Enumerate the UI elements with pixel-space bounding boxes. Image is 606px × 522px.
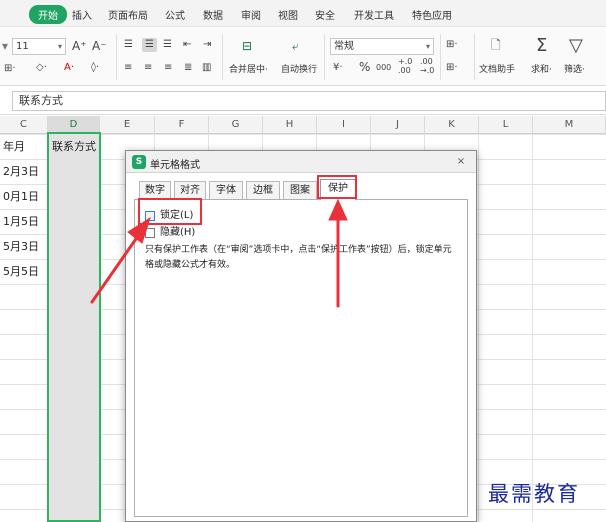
currency-icon[interactable]: ¥· — [333, 61, 343, 75]
column-header-h[interactable]: H — [263, 116, 317, 134]
protection-description: 只有保护工作表（在“审阅”选项卡中，点击“保护工作表”按钮）后，锁定单元格或隐藏… — [145, 245, 452, 270]
cell-c5[interactable]: 5月3日 — [3, 234, 39, 259]
formula-input[interactable]: 联系方式 — [12, 91, 606, 111]
cell-c2[interactable]: 2月3日 — [3, 159, 39, 184]
close-icon[interactable]: × — [452, 155, 470, 169]
justify-icon[interactable]: ≣ — [184, 61, 192, 75]
merge-center-button[interactable]: 合并居中· — [229, 62, 268, 75]
menu-data[interactable]: 数据 — [203, 7, 223, 22]
font-name-dropdown-arrow-icon[interactable]: ▾ — [2, 39, 8, 53]
align-left-icon[interactable]: ≡ — [124, 61, 132, 75]
column-header-j[interactable]: J — [371, 116, 425, 134]
chevron-down-icon: ▾ — [425, 42, 430, 51]
dialog-title-bar[interactable]: S 单元格格式 × — [126, 151, 476, 173]
protection-tab-highlight-box — [317, 175, 357, 199]
cell-c6[interactable]: 5月5日 — [3, 259, 39, 284]
distributed-align-icon[interactable]: ▥ — [202, 61, 211, 75]
align-bottom-icon[interactable]: ☰ — [163, 38, 172, 52]
grow-font-icon[interactable]: A⁺ — [72, 39, 87, 53]
menu-page-layout[interactable]: 页面布局 — [108, 7, 148, 22]
cell-c4[interactable]: 1月5日 — [3, 209, 39, 234]
protection-tab-panel: 锁定(L) 隐藏(H) 只有保护工作表（在“审阅”选项卡中，点击“保护工作表”按… — [134, 199, 468, 517]
font-size-select[interactable]: 11 ▾ — [12, 38, 66, 55]
font-color-icon[interactable]: A· — [64, 61, 74, 75]
column-header-e[interactable]: E — [100, 116, 155, 134]
menu-developer[interactable]: 开发工具 — [354, 7, 394, 22]
number-format-select[interactable]: 常规 ▾ — [330, 38, 434, 55]
decrease-indent-icon[interactable]: ⇤ — [183, 38, 191, 52]
wps-sheet-icon: S — [132, 155, 146, 169]
column-header-m[interactable]: M — [533, 116, 606, 134]
menu-bar: 开始 插入 页面布局 公式 数据 审阅 视图 安全 开发工具 特色应用 — [0, 0, 606, 27]
sum-icon[interactable]: Σ — [536, 36, 547, 56]
menu-insert[interactable]: 插入 — [72, 7, 92, 22]
dialog-title: 单元格格式 — [150, 160, 200, 171]
clear-format-icon[interactable]: ◊· — [91, 61, 99, 75]
merge-center-icon[interactable]: ⊟ — [242, 39, 252, 53]
increase-decimal-icon[interactable]: +.0 .00 — [398, 57, 412, 75]
tab-alignment[interactable]: 对齐 — [174, 181, 206, 199]
tab-font[interactable]: 字体 — [209, 181, 243, 199]
formula-bar: 联系方式 — [0, 87, 606, 115]
sum-button[interactable]: 求和· — [531, 62, 552, 75]
filter-button[interactable]: 筛选· — [564, 62, 585, 75]
lock-highlight-box — [138, 198, 202, 225]
conditional-format-icon[interactable]: ⊞· — [446, 38, 458, 52]
align-top-icon[interactable]: ☰ — [124, 38, 133, 52]
border-icon[interactable]: ⊞· — [4, 62, 16, 76]
selected-column-border — [47, 132, 101, 522]
doc-helper-icon[interactable]: 🗋 — [491, 38, 501, 52]
column-header-g[interactable]: G — [209, 116, 263, 134]
doc-helper-button[interactable]: 文档助手 — [479, 62, 515, 75]
wrap-text-button[interactable]: 自动换行 — [281, 62, 317, 75]
menu-formulas[interactable]: 公式 — [165, 7, 185, 22]
shrink-font-icon[interactable]: A⁻ — [92, 39, 107, 53]
tab-border[interactable]: 边框 — [246, 181, 280, 199]
column-header-f[interactable]: F — [155, 116, 209, 134]
hide-checkbox[interactable] — [145, 228, 155, 238]
watermark-text: 最需教育 — [488, 482, 580, 506]
align-center-icon[interactable]: ≡ — [144, 61, 152, 75]
column-header-k[interactable]: K — [425, 116, 479, 134]
percent-icon[interactable]: % — [359, 60, 370, 74]
menu-home[interactable]: 开始 — [29, 5, 67, 24]
tab-number[interactable]: 数字 — [139, 181, 171, 199]
menu-view[interactable]: 视图 — [278, 7, 298, 22]
column-header-l[interactable]: L — [479, 116, 533, 134]
fill-color-icon[interactable]: ◇· — [36, 61, 47, 75]
wrap-text-icon[interactable]: ⤶ — [292, 39, 299, 53]
hide-label: 隐藏(H) — [160, 227, 196, 238]
tab-pattern[interactable]: 图案 — [283, 181, 317, 199]
decrease-decimal-icon[interactable]: .00 →.0 — [420, 57, 434, 75]
cell-c1[interactable]: 年月 — [3, 134, 25, 159]
align-middle-icon[interactable]: ☰ — [142, 38, 157, 52]
cell-d1[interactable]: 联系方式 — [52, 134, 96, 159]
chevron-down-icon: ▾ — [57, 42, 62, 51]
column-header-c[interactable]: C — [0, 116, 48, 134]
thousands-icon[interactable]: 000 — [376, 61, 391, 75]
filter-icon[interactable]: ▽ — [569, 36, 583, 56]
increase-indent-icon[interactable]: ⇥ — [203, 38, 211, 52]
column-header-i[interactable]: I — [317, 116, 371, 134]
menu-special-apps[interactable]: 特色应用 — [412, 7, 452, 22]
menu-security[interactable]: 安全 — [315, 7, 335, 22]
menu-review[interactable]: 审阅 — [241, 7, 261, 22]
table-style-icon[interactable]: ⊞· — [446, 61, 458, 75]
align-right-icon[interactable]: ≡ — [164, 61, 172, 75]
cell-c3[interactable]: 0月1日 — [3, 184, 39, 209]
ribbon-toolbar: ▾ 11 ▾ A⁺ A⁻ ⊞· ◇· A· ◊· ☰ ☰ ☰ ⇤ ⇥ ≡ ≡ ≡… — [0, 28, 606, 86]
